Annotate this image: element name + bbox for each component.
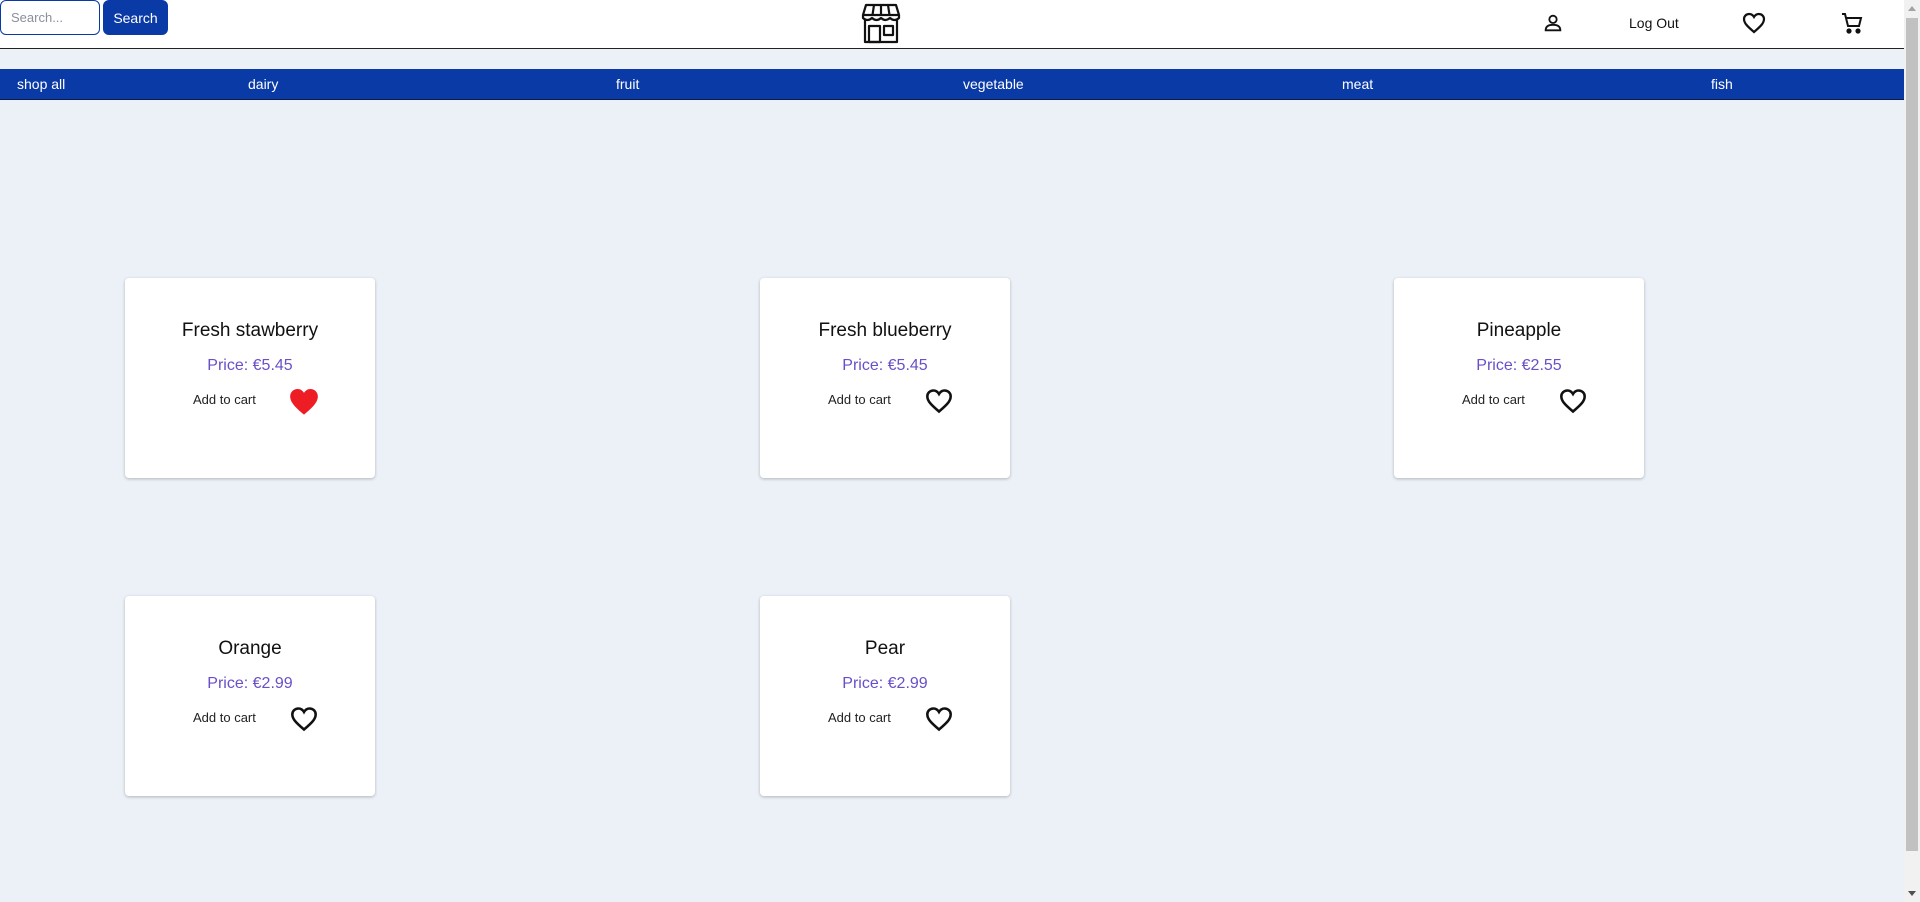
product-card: Pear Price: €2.99 Add to cart <box>760 596 1010 796</box>
scroll-down-arrow-icon[interactable] <box>1904 886 1920 902</box>
product-price: Price: €2.99 <box>842 675 928 692</box>
nav-item-dairy[interactable]: dairy <box>248 76 278 92</box>
product-card: Fresh blueberry Price: €5.45 Add to cart <box>760 278 1010 478</box>
product-name: Fresh stawberry <box>181 320 319 341</box>
scrollbar-thumb[interactable] <box>1906 18 1918 851</box>
product-card: Fresh stawberry Price: €5.45 Add to cart <box>125 278 375 478</box>
heart-filled-icon[interactable] <box>287 384 321 418</box>
search-button[interactable]: Search <box>103 0 168 35</box>
storefront-icon[interactable] <box>860 2 902 44</box>
product-name: Pear <box>864 638 906 659</box>
product-price: Price: €5.45 <box>842 357 928 374</box>
product-price: Price: €2.55 <box>1476 357 1562 374</box>
heart-outline-icon[interactable] <box>1556 384 1590 418</box>
add-to-cart-button[interactable]: Add to cart <box>828 710 891 725</box>
product-name: Fresh blueberry <box>818 320 952 341</box>
header: Search Log Out <box>0 0 1904 49</box>
nav-item-meat[interactable]: meat <box>1342 76 1373 92</box>
product-price: Price: €2.99 <box>207 675 293 692</box>
shopping-cart-icon[interactable] <box>1838 9 1866 37</box>
add-to-cart-button[interactable]: Add to cart <box>193 710 256 725</box>
product-card: Orange Price: €2.99 Add to cart <box>125 596 375 796</box>
nav-item-vegetable[interactable]: vegetable <box>963 76 1024 92</box>
product-name: Orange <box>218 638 282 659</box>
product-card: Pineapple Price: €2.55 Add to cart <box>1394 278 1644 478</box>
person-icon[interactable] <box>1540 10 1566 36</box>
vertical-scrollbar[interactable] <box>1904 0 1920 902</box>
add-to-cart-button[interactable]: Add to cart <box>828 392 891 407</box>
heart-outline-icon[interactable] <box>1740 9 1768 37</box>
scroll-up-arrow-icon[interactable] <box>1904 0 1920 16</box>
category-nav: shop all dairy fruit vegetable meat fish <box>0 69 1904 100</box>
product-price: Price: €5.45 <box>207 357 293 374</box>
nav-item-fruit[interactable]: fruit <box>616 76 639 92</box>
nav-item-fish[interactable]: fish <box>1711 76 1733 92</box>
logout-button[interactable]: Log Out <box>1629 15 1679 31</box>
nav-item-shop-all[interactable]: shop all <box>17 76 65 92</box>
heart-outline-icon[interactable] <box>922 702 956 736</box>
heart-outline-icon[interactable] <box>287 702 321 736</box>
heart-outline-icon[interactable] <box>922 384 956 418</box>
add-to-cart-button[interactable]: Add to cart <box>193 392 256 407</box>
add-to-cart-button[interactable]: Add to cart <box>1462 392 1525 407</box>
page: Search Log Out <box>0 0 1920 902</box>
product-name: Pineapple <box>1476 320 1562 341</box>
search-input[interactable] <box>0 0 100 35</box>
